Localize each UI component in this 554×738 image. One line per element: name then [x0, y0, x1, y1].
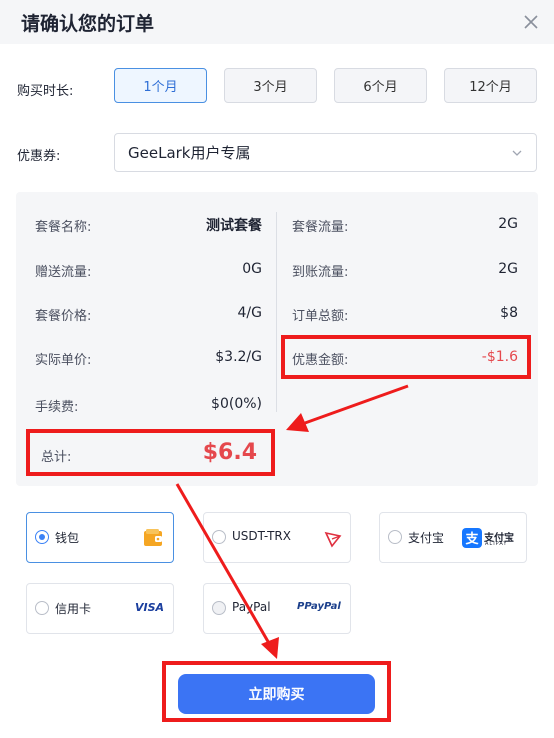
price-value: 4/G [237, 305, 262, 321]
plan-name-label: 套餐名称: [35, 220, 92, 235]
chevron-down-icon [512, 150, 522, 156]
unit-price-label: 实际单价: [35, 353, 92, 368]
payment-option-paypal[interactable]: PayPal PPayPal [203, 583, 351, 634]
wallet-icon [144, 529, 162, 546]
payment-label-paypal: PayPal [232, 600, 271, 614]
summary-divider [276, 212, 277, 412]
payment-radio[interactable] [212, 601, 226, 615]
discount-highlight-box [281, 335, 531, 379]
fee-value: $0(0%) [211, 396, 262, 412]
payment-label-credit-card: 信用卡 [55, 602, 92, 616]
received-label: 到账流量: [292, 265, 349, 280]
order-total-label: 订单总额: [292, 309, 349, 324]
duration-label: 购买时长: [17, 84, 74, 99]
coupon-select[interactable]: GeeLark用户专属 [114, 133, 537, 172]
duration-option-12-months[interactable]: 12个月 [444, 68, 537, 103]
payment-option-wallet[interactable]: 钱包 [26, 512, 174, 563]
unit-price-value: $3.2/G [215, 349, 262, 365]
bonus-label: 赠送流量: [35, 265, 92, 280]
alipay-icon: 支 支付宝 ALIPAY [462, 527, 520, 549]
payment-label-alipay: 支付宝 [408, 531, 445, 545]
payment-option-credit-card[interactable]: 信用卡 VISA [26, 583, 174, 634]
arrow-head-submit [261, 637, 279, 659]
buy-now-button[interactable]: 立即购买 [178, 674, 375, 714]
fee-label: 手续费: [35, 400, 79, 415]
coupon-label: 优惠券: [17, 149, 61, 164]
visa-icon: VISA [135, 601, 165, 614]
payment-option-alipay[interactable]: 支付宝 支 支付宝 ALIPAY [379, 512, 527, 563]
price-label: 套餐价格: [35, 309, 92, 324]
payment-label-wallet: 钱包 [55, 531, 80, 545]
paypal-icon: PPayPal [297, 601, 341, 612]
coupon-selected-value: GeeLark用户专属 [128, 144, 251, 162]
svg-text:支: 支 [464, 531, 479, 547]
payment-radio[interactable] [35, 530, 49, 544]
payment-option-usdt-trx[interactable]: USDT-TRX [203, 512, 351, 563]
traffic-label: 套餐流量: [292, 220, 349, 235]
order-total-value: $8 [500, 305, 518, 321]
bonus-value: 0G [242, 261, 262, 277]
close-icon[interactable] [519, 10, 543, 34]
dialog-title: 请确认您的订单 [21, 13, 155, 35]
duration-option-3-months[interactable]: 3个月 [224, 68, 317, 103]
plan-name-value: 测试套餐 [206, 218, 262, 234]
total-highlight-box [26, 429, 275, 476]
payment-label-usdt-trx: USDT-TRX [232, 529, 291, 543]
received-value: 2G [498, 261, 518, 277]
duration-option-1-month[interactable]: 1个月 [114, 68, 207, 103]
duration-option-6-months[interactable]: 6个月 [334, 68, 427, 103]
payment-radio[interactable] [35, 601, 49, 615]
payment-radio[interactable] [212, 530, 226, 544]
payment-radio[interactable] [388, 530, 402, 544]
traffic-value: 2G [498, 216, 518, 232]
tron-icon [324, 531, 342, 548]
